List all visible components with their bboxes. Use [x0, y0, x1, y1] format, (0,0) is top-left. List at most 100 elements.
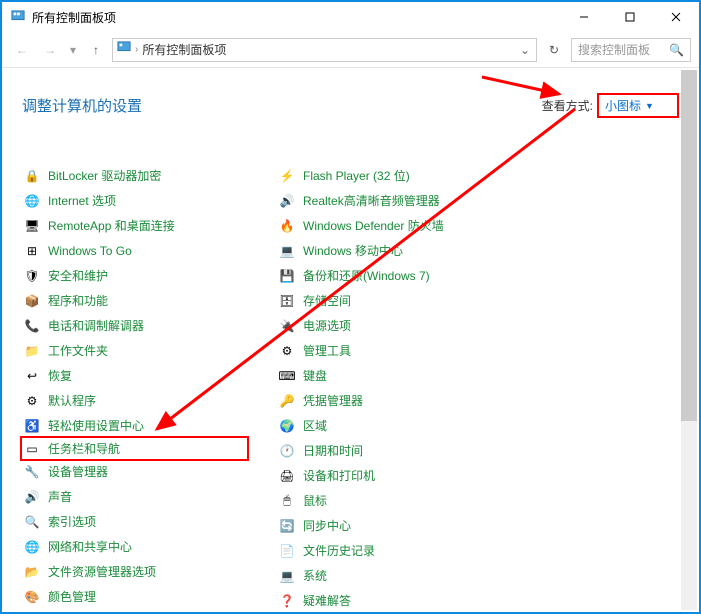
- control-panel-item[interactable]: 🔊 声音: [22, 484, 247, 509]
- file-history-icon: 📄: [279, 543, 295, 559]
- control-panel-item[interactable]: 🔥Windows Defender 防火墙: [277, 213, 502, 238]
- item-label: 工作文件夹: [48, 342, 108, 359]
- mobility-center-icon: 💻: [279, 243, 295, 259]
- item-label: 区域: [303, 417, 327, 434]
- item-label: 设备管理器: [48, 463, 108, 480]
- control-panel-item[interactable]: ▭任务栏和导航: [20, 436, 249, 461]
- item-label: 声音: [48, 488, 72, 505]
- control-panel-item[interactable]: 🌐 Internet 选项: [22, 188, 247, 213]
- scrollbar[interactable]: [681, 70, 697, 610]
- control-panel-item[interactable]: ⚙ 默认程序: [22, 388, 247, 413]
- item-label: 文件历史记录: [303, 542, 375, 559]
- control-panel-item[interactable]: 📁 工作文件夹: [22, 338, 247, 363]
- item-label: Flash Player (32 位): [303, 167, 410, 184]
- control-panel-item[interactable]: 🔌电源选项: [277, 313, 502, 338]
- control-panel-item[interactable]: 🔒BitLocker 驱动器加密: [22, 163, 247, 188]
- control-panel-item[interactable]: 🌍 区域: [277, 413, 502, 438]
- security-icon: 🛡: [24, 268, 40, 284]
- control-panel-item[interactable]: 🔊Realtek高清晰音频管理器: [277, 188, 502, 213]
- ease-of-access-icon: ♿: [24, 418, 40, 434]
- control-panel-item[interactable]: 🖨设备和打印机: [277, 463, 502, 488]
- control-panel-item[interactable]: 🛡 安全和维护: [22, 263, 247, 288]
- control-panel-item[interactable]: 💻系统: [277, 563, 502, 588]
- item-label: 默认程序: [48, 392, 96, 409]
- item-label: 日期和时间: [303, 442, 363, 459]
- control-panel-item[interactable]: 📂文件资源管理器选项: [22, 559, 247, 584]
- items-column-2: ⚡Flash Player (32 位)🔊Realtek高清晰音频管理器🔥Win…: [277, 163, 502, 612]
- control-panel-item[interactable]: 📄 文件历史记录: [277, 538, 502, 563]
- control-panel-item[interactable]: 💾 备份和还原(Windows 7): [277, 263, 502, 288]
- history-dropdown[interactable]: ▾: [66, 38, 80, 62]
- search-icon: 🔍: [669, 43, 684, 57]
- item-label: 电话和调制解调器: [48, 317, 144, 334]
- control-panel-item[interactable]: 📞 电话和调制解调器: [22, 313, 247, 338]
- window-title: 所有控制面板项: [32, 9, 561, 26]
- control-panel-item[interactable]: 🎨颜色管理: [22, 584, 247, 609]
- item-label: 文件资源管理器选项: [48, 563, 156, 580]
- chevron-down-icon: ▼: [645, 101, 654, 111]
- breadcrumb[interactable]: 所有控制面板项: [142, 41, 226, 58]
- control-panel-item[interactable]: 🗄存储空间: [277, 288, 502, 313]
- bitlocker-icon: 🔒: [24, 168, 40, 184]
- control-panel-item[interactable]: ↩ 恢复: [22, 363, 247, 388]
- address-dropdown-icon[interactable]: ⌄: [518, 43, 532, 57]
- control-panel-icon: [117, 41, 131, 58]
- control-panel-item[interactable]: 🔄同步中心: [277, 513, 502, 538]
- default-programs-icon: ⚙: [24, 393, 40, 409]
- view-by-label: 查看方式:: [542, 97, 593, 114]
- indexing-icon: 🔍: [24, 514, 40, 530]
- control-panel-item[interactable]: 🔧设备管理器: [22, 459, 247, 484]
- control-panel-item[interactable]: 💻Windows 移动中心: [277, 238, 502, 263]
- network-sharing-icon: 🌐: [24, 539, 40, 555]
- backup-restore-icon: 💾: [279, 268, 295, 284]
- control-panel-item[interactable]: 🖱鼠标: [277, 488, 502, 513]
- item-label: 同步中心: [303, 517, 351, 534]
- refresh-button[interactable]: ↻: [541, 38, 567, 62]
- color-management-icon: 🎨: [24, 589, 40, 605]
- keyboard-icon: ⌨: [279, 368, 295, 384]
- devices-printers-icon: 🖨: [279, 468, 295, 484]
- control-panel-item[interactable]: ⊞Windows To Go: [22, 238, 247, 263]
- back-button[interactable]: ←: [10, 38, 34, 62]
- item-label: Realtek高清晰音频管理器: [303, 192, 440, 209]
- item-label: 安全和维护: [48, 267, 108, 284]
- item-label: 管理工具: [303, 342, 351, 359]
- address-bar[interactable]: › 所有控制面板项 ⌄: [112, 38, 537, 62]
- control-panel-item[interactable]: ⌨键盘: [277, 363, 502, 388]
- region-icon: 🌍: [279, 418, 295, 434]
- view-by-picker[interactable]: 小图标 ▼: [597, 93, 679, 118]
- admin-tools-icon: ⚙: [279, 343, 295, 359]
- up-button[interactable]: ↑: [84, 38, 108, 62]
- control-panel-item[interactable]: ❓疑难解答: [277, 588, 502, 612]
- system-icon: 💻: [279, 568, 295, 584]
- forward-button[interactable]: →: [38, 38, 62, 62]
- close-button[interactable]: [653, 2, 699, 32]
- scrollbar-thumb[interactable]: [681, 70, 697, 421]
- control-panel-item[interactable]: 🖥RemoteApp 和桌面连接: [22, 213, 247, 238]
- search-input[interactable]: 搜索控制面板 🔍: [571, 38, 691, 62]
- minimize-button[interactable]: [561, 2, 607, 32]
- control-panel-item[interactable]: 🕐日期和时间: [277, 438, 502, 463]
- control-panel-item[interactable]: 📦程序和功能: [22, 288, 247, 313]
- maximize-button[interactable]: [607, 2, 653, 32]
- control-panel-item[interactable]: 🔑凭据管理器: [277, 388, 502, 413]
- recovery-icon: ↩: [24, 368, 40, 384]
- item-label: 恢复: [48, 367, 72, 384]
- sound-icon: 🔊: [24, 489, 40, 505]
- item-label: 备份和还原(Windows 7): [303, 267, 430, 284]
- item-label: 任务栏和导航: [48, 440, 120, 457]
- item-label: 鼠标: [303, 492, 327, 509]
- search-placeholder: 搜索控制面板: [578, 41, 669, 58]
- item-label: 索引选项: [48, 513, 96, 530]
- item-label: Internet 选项: [48, 192, 116, 209]
- item-label: Windows Defender 防火墙: [303, 217, 444, 234]
- item-label: Windows To Go: [48, 244, 132, 258]
- control-panel-item[interactable]: ⚙ 管理工具: [277, 338, 502, 363]
- control-panel-item[interactable]: 🌐网络和共享中心: [22, 534, 247, 559]
- control-panel-item[interactable]: 🔍 索引选项: [22, 509, 247, 534]
- control-panel-item[interactable]: ♿轻松使用设置中心: [22, 413, 247, 438]
- phone-modem-icon: 📞: [24, 318, 40, 334]
- work-folders-icon: 📁: [24, 343, 40, 359]
- internet-icon: 🌐: [24, 193, 40, 209]
- control-panel-item[interactable]: ⚡Flash Player (32 位): [277, 163, 502, 188]
